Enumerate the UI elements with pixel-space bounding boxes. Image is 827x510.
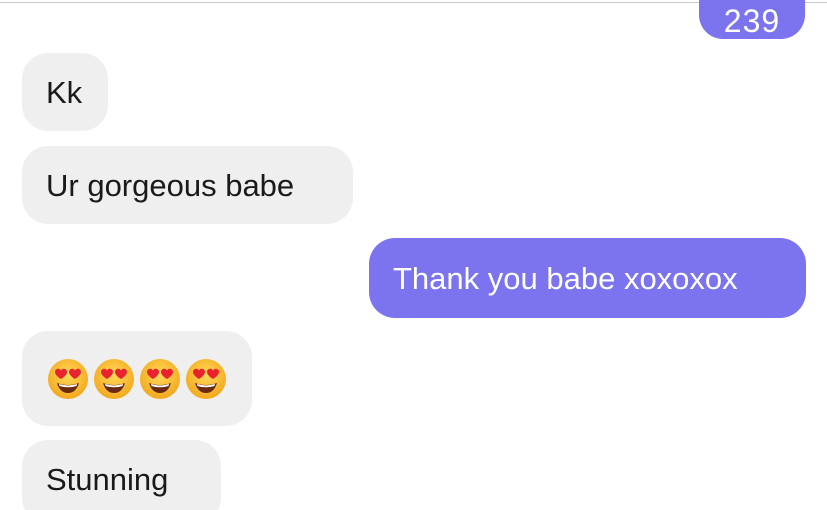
heart-eyes-emoji-icon [94, 358, 134, 399]
incoming-message-bubble[interactable]: Kk [22, 53, 108, 131]
incoming-message-bubble[interactable]: Ur gorgeous babe [22, 146, 353, 224]
incoming-emoji-message-bubble[interactable] [22, 331, 252, 426]
message-text: Stunning [46, 462, 169, 497]
outgoing-message-bubble[interactable]: 239 [699, 0, 805, 39]
incoming-message-bubble[interactable]: Stunning [22, 440, 221, 510]
heart-eyes-emoji-icon [48, 358, 88, 399]
heart-eyes-emoji-icon [186, 358, 226, 399]
message-text: Kk [46, 74, 83, 110]
message-text: 239 [723, 3, 781, 39]
message-text: Ur gorgeous babe [46, 167, 295, 203]
emoji-row [46, 357, 228, 401]
message-text: Thank you babe xoxoxox [393, 260, 738, 296]
outgoing-message-bubble[interactable]: Thank you babe xoxoxox [369, 238, 806, 318]
heart-eyes-emoji-icon [140, 358, 180, 399]
